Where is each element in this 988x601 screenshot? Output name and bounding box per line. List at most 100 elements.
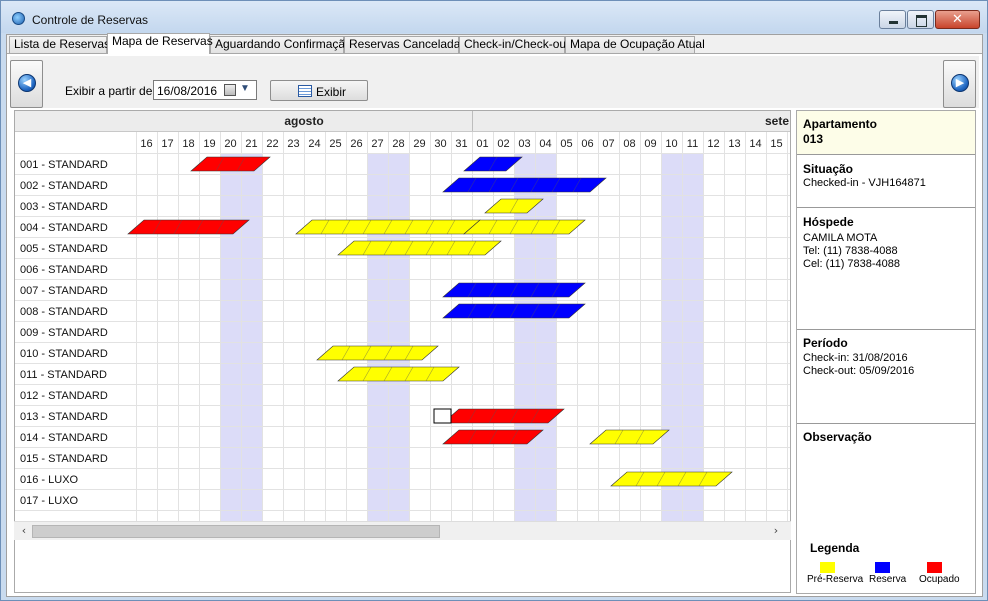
day-label: 18 [182, 138, 194, 150]
room-label[interactable]: 003 - STANDARD [20, 201, 108, 213]
guest-name: CAMILA MOTA [803, 232, 878, 244]
observation-title: Observação [803, 430, 872, 444]
reservation-bar-pre[interactable] [589, 429, 670, 445]
reservation-bar-reserva[interactable] [442, 177, 607, 193]
tab-lista-de-reservas[interactable]: Lista de Reservas [9, 36, 110, 53]
previous-period-button[interactable]: ◀ [10, 60, 43, 108]
reservation-map-canvas: agosto sete 16 17 18 19 20 21 22 23 24 25 26 27 28 29 30… [15, 111, 790, 521]
room-label[interactable]: 005 - STANDARD [20, 243, 108, 255]
tab-strip: Lista de Reservas Mapa de Reservas Aguar… [7, 33, 982, 54]
room-label[interactable]: 013 - STANDARD [20, 411, 108, 423]
day-label: 02 [497, 138, 509, 150]
reservation-bar-pre[interactable] [610, 471, 733, 487]
reservation-bar-pre[interactable] [337, 240, 502, 256]
guest-cel: Cel: (11) 7838-4088 [803, 258, 901, 270]
horizontal-scrollbar[interactable]: ‹ › [14, 521, 791, 540]
exibir-button-label: Exibir [316, 85, 347, 99]
toolbar: ◀ Exibir a partir de: 16/08/2016 ▼ Exibi… [10, 56, 979, 108]
day-label: 27 [371, 138, 383, 150]
room-label[interactable]: 010 - STANDARD [20, 348, 108, 360]
table-icon [298, 85, 312, 97]
room-label[interactable]: 008 - STANDARD [20, 306, 108, 318]
weekend-column [367, 153, 388, 521]
date-picker[interactable]: 16/08/2016 ▼ [153, 80, 257, 100]
weekend-column [388, 153, 409, 521]
legend-label-pre-reserva: Pré-Reserva [807, 574, 864, 585]
guest-title: Hóspede [803, 215, 854, 229]
day-label: 01 [476, 138, 488, 150]
situation-value: Checked-in - VJH164871 [803, 177, 926, 189]
reservation-bar-pre[interactable] [316, 345, 439, 361]
day-label: 12 [707, 138, 719, 150]
tab-mapa-de-reservas[interactable]: Mapa de Reservas [107, 33, 213, 54]
room-label[interactable]: 001 - STANDARD [20, 159, 108, 171]
apartment-number: 013 [803, 132, 824, 146]
next-period-button[interactable]: ▶ [943, 60, 976, 108]
day-label: 05 [560, 138, 572, 150]
window-title: Controle de Reservas [32, 13, 149, 27]
room-label[interactable]: 009 - STANDARD [20, 327, 108, 339]
room-label[interactable]: 016 - LUXO [20, 474, 79, 486]
scroll-right-icon[interactable]: › [769, 524, 783, 538]
scroll-left-icon[interactable]: ‹ [17, 524, 31, 538]
day-label: 19 [203, 138, 215, 150]
month-label: agosto [284, 114, 323, 128]
window-client: Lista de Reservas Mapa de Reservas Aguar… [6, 33, 983, 597]
legend-label-ocupado: Ocupado [919, 574, 960, 585]
reservation-map-grid[interactable]: agosto sete 16 17 18 19 20 21 22 23 24 25 26 27 28 29 30… [14, 110, 791, 550]
exibir-button[interactable]: Exibir [270, 80, 368, 101]
day-label: 31 [455, 138, 467, 150]
room-label[interactable]: 004 - STANDARD [20, 222, 108, 234]
tab-check-in-check-out[interactable]: Check-in/Check-out [459, 36, 569, 53]
tab-reservas-canceladas[interactable]: Reservas Canceladas [344, 36, 466, 53]
room-label[interactable]: 006 - STANDARD [20, 264, 108, 276]
date-value[interactable]: 16/08/2016 [157, 84, 217, 98]
day-label: 08 [623, 138, 635, 150]
room-label[interactable]: 017 - LUXO [20, 495, 79, 507]
app-icon [12, 12, 25, 25]
day-label: 09 [644, 138, 656, 150]
close-button[interactable]: ✕ [935, 10, 980, 29]
month-label: sete [765, 114, 789, 128]
weekend-column [682, 153, 703, 521]
legend-swatch-reserva [875, 562, 890, 573]
apartment-section: Apartamento 013 [797, 111, 975, 155]
reservation-bar-ocupado[interactable] [127, 219, 250, 235]
day-label: 03 [518, 138, 530, 150]
apartment-title: Apartamento [803, 117, 878, 131]
period-title: Período [803, 336, 848, 350]
checkin-date: Check-in: 31/08/2016 [803, 352, 908, 364]
reservation-bar-ocupado[interactable] [442, 408, 565, 424]
day-label: 15 [770, 138, 782, 150]
guest-section: Hóspede CAMILA MOTA Tel: (11) 7838-4088 … [797, 208, 975, 330]
tab-mapa-de-ocupacao-atual[interactable]: Mapa de Ocupação Atual [565, 36, 705, 53]
title-bar: Controle de Reservas ✕ [1, 1, 987, 33]
reservation-bar-pre[interactable] [463, 219, 586, 235]
grid-footer [14, 541, 791, 593]
day-label: 20 [224, 138, 236, 150]
checkout-date: Check-out: 05/09/2016 [803, 365, 915, 377]
reservation-bar-pre[interactable] [337, 366, 460, 382]
room-label[interactable]: 002 - STANDARD [20, 180, 108, 192]
maximize-button[interactable] [907, 10, 934, 29]
situation-title: Situação [803, 162, 854, 176]
weekend-column [241, 153, 262, 521]
day-label: 23 [287, 138, 299, 150]
day-label: 06 [581, 138, 593, 150]
scrollbar-thumb[interactable] [32, 525, 440, 538]
day-label: 17 [161, 138, 173, 150]
room-label[interactable]: 015 - STANDARD [20, 453, 108, 465]
room-label[interactable]: 007 - STANDARD [20, 285, 108, 297]
calendar-icon[interactable] [224, 84, 236, 96]
room-label[interactable]: 014 - STANDARD [20, 432, 108, 444]
room-label[interactable]: 011 - STANDARD [20, 369, 107, 381]
legend-swatch-pre-reserva [820, 562, 835, 573]
chevron-down-icon[interactable]: ▼ [240, 83, 250, 94]
weekend-column [220, 153, 241, 521]
minimize-button[interactable] [879, 10, 906, 29]
day-label: 26 [350, 138, 362, 150]
tab-aguardando-confirmacao[interactable]: Aguardando Confirmação [210, 36, 352, 53]
room-label[interactable]: 012 - STANDARD [20, 390, 108, 402]
day-label: 25 [329, 138, 341, 150]
date-label: Exibir a partir de: [65, 84, 156, 98]
